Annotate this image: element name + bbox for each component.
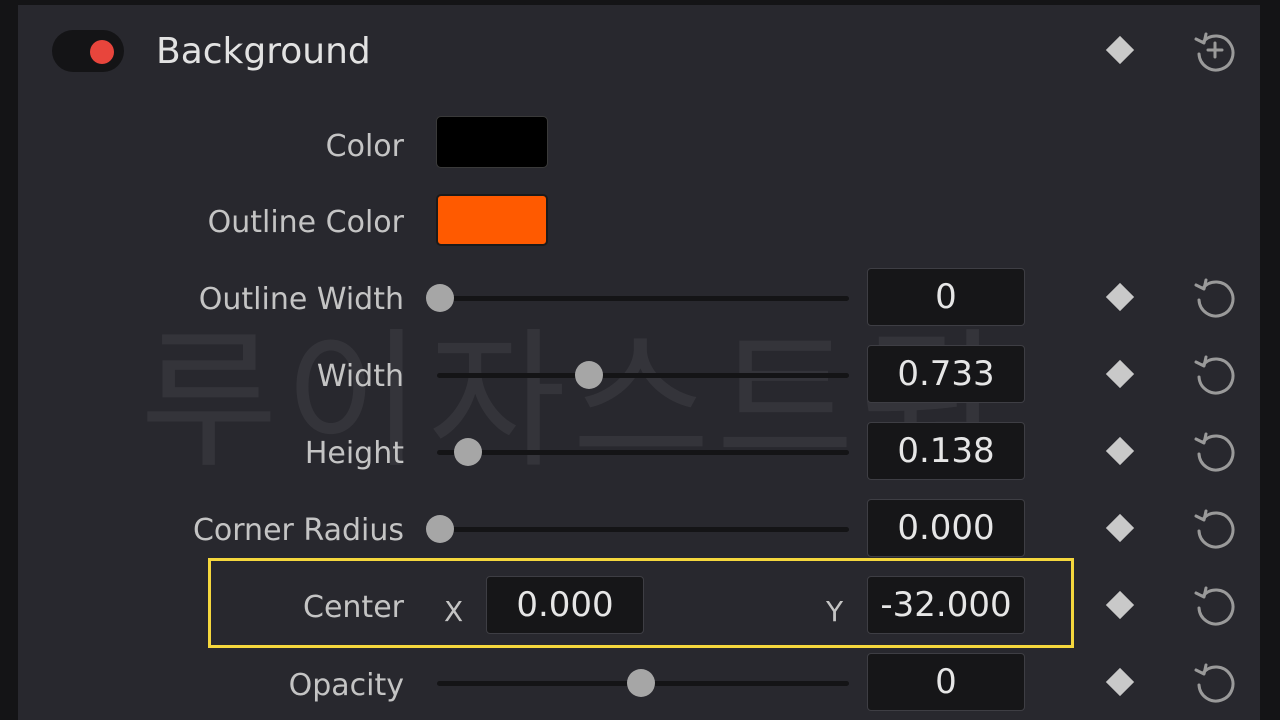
reset-icon[interactable] bbox=[1192, 427, 1238, 473]
color-swatch[interactable] bbox=[436, 116, 548, 168]
height-slider-handle[interactable] bbox=[454, 438, 483, 466]
reset-icon[interactable] bbox=[1192, 581, 1238, 627]
center-highlight-box bbox=[208, 558, 1074, 648]
reset-icon[interactable] bbox=[1192, 658, 1238, 704]
reset-icon[interactable] bbox=[1192, 273, 1238, 319]
corner-radius-slider[interactable] bbox=[437, 527, 849, 532]
outline-width-label: Outline Width bbox=[198, 282, 404, 317]
outline-color-label: Outline Color bbox=[207, 205, 404, 240]
corner-radius-label: Corner Radius bbox=[192, 513, 404, 548]
outline-width-value[interactable]: 0 bbox=[867, 268, 1025, 326]
height-value[interactable]: 0.138 bbox=[867, 422, 1025, 480]
section-title: Background bbox=[156, 31, 371, 72]
opacity-label: Opacity bbox=[288, 668, 404, 703]
width-value[interactable]: 0.733 bbox=[867, 345, 1025, 403]
opacity-slider-handle[interactable] bbox=[627, 669, 655, 697]
outline-width-slider-handle[interactable] bbox=[426, 284, 454, 312]
opacity-value[interactable]: 0 bbox=[867, 653, 1025, 711]
reset-icon[interactable] bbox=[1192, 350, 1238, 396]
width-slider-handle[interactable] bbox=[574, 361, 603, 389]
corner-radius-slider-handle[interactable] bbox=[426, 515, 454, 543]
height-slider[interactable] bbox=[437, 450, 849, 455]
reset-add-icon[interactable] bbox=[1192, 27, 1238, 73]
outline-width-slider[interactable] bbox=[437, 296, 849, 301]
width-label: Width bbox=[316, 359, 404, 394]
reset-icon[interactable] bbox=[1192, 504, 1238, 550]
right-border bbox=[1260, 0, 1280, 720]
left-border bbox=[0, 0, 18, 720]
width-slider[interactable] bbox=[437, 373, 849, 378]
height-label: Height bbox=[304, 436, 404, 471]
toggle-indicator-dot bbox=[90, 40, 114, 64]
color-label: Color bbox=[325, 129, 404, 164]
corner-radius-value[interactable]: 0.000 bbox=[867, 499, 1025, 557]
outline-color-swatch[interactable] bbox=[436, 194, 548, 246]
